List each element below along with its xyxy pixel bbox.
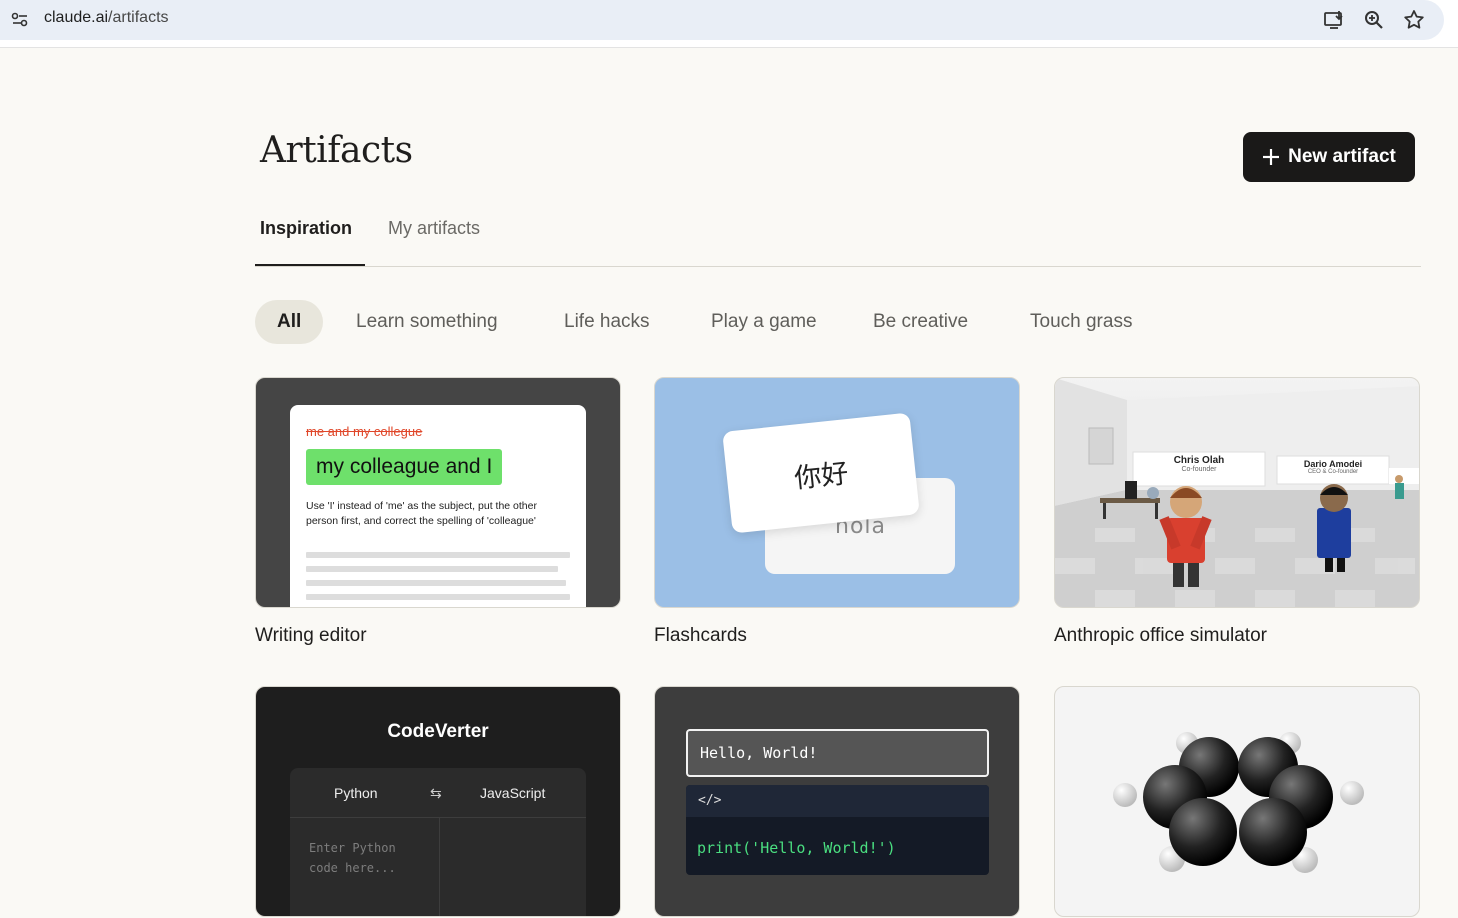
plus-icon <box>1263 149 1280 165</box>
code-line: print('Hello, World!') <box>697 839 896 857</box>
converter-panel: Python ⇆ JavaScript Enter Python code he… <box>290 768 586 916</box>
code-icon: </> <box>686 785 989 817</box>
source-language: Python <box>334 785 378 801</box>
text-placeholder-line <box>306 580 566 586</box>
new-artifact-label: New artifact <box>1288 146 1396 167</box>
site-settings-icon[interactable] <box>10 10 30 30</box>
tab-inspiration[interactable]: Inspiration <box>260 218 352 239</box>
page-title: Artifacts <box>260 130 413 171</box>
address-bar[interactable]: claude.ai/artifacts <box>0 0 1444 40</box>
filter-play-a-game[interactable]: Play a game <box>711 300 817 344</box>
suggestion-highlight: my colleague and I <box>306 449 503 485</box>
card-title: Flashcards <box>654 625 747 646</box>
code-block: </> print('Hello, World!') <box>686 785 989 875</box>
language-selector-row: Python ⇆ JavaScript <box>290 768 586 818</box>
card-flashcards[interactable]: hola 你好 Flashcards <box>654 377 1020 647</box>
filter-be-creative[interactable]: Be creative <box>873 300 968 344</box>
tab-my-artifacts[interactable]: My artifacts <box>388 218 480 239</box>
sign-name: Chris Olah <box>1173 455 1225 466</box>
card-codeverter[interactable]: CodeVerter Python ⇆ JavaScript Enter Pyt… <box>255 686 621 917</box>
text-placeholder-line <box>306 552 570 558</box>
new-artifact-button[interactable]: New artifact <box>1243 132 1415 182</box>
card-title: Writing editor <box>255 625 367 646</box>
sign-role: Co-founder <box>1181 466 1217 473</box>
output-box: Hello, World! <box>686 729 989 777</box>
code-input-placeholder: Enter Python code here... <box>309 841 396 875</box>
codeverter-heading: CodeVerter <box>387 721 489 742</box>
card-molecule[interactable] <box>1054 686 1420 917</box>
url-text[interactable]: claude.ai/artifacts <box>44 9 169 27</box>
card-thumbnail: me and my collegue my colleague and I Us… <box>255 377 621 608</box>
text-placeholder-line <box>306 594 570 600</box>
filter-all[interactable]: All <box>255 300 324 344</box>
text-placeholder-line <box>306 566 558 572</box>
target-language: JavaScript <box>480 785 546 801</box>
flashcard-front: 你好 <box>722 412 920 534</box>
tab-bar: Inspiration My artifacts <box>255 210 1421 267</box>
filter-touch-grass[interactable]: Touch grass <box>1030 300 1132 344</box>
bookmark-star-icon[interactable] <box>1402 8 1426 32</box>
card-office-simulator[interactable]: Chris Olah Co-founder Dario Amodei CEO &… <box>1054 377 1420 647</box>
office-scene <box>1055 378 1419 607</box>
molecule-model <box>1113 732 1364 873</box>
card-thumbnail: CodeVerter Python ⇆ JavaScript Enter Pyt… <box>255 686 621 917</box>
card-thumbnail: Hello, World! </> print('Hello, World!') <box>654 686 1020 917</box>
card-writing-editor[interactable]: me and my collegue my colleague and I Us… <box>255 377 621 647</box>
struck-text: me and my collegue <box>306 424 423 439</box>
card-thumbnail <box>1054 686 1420 917</box>
suggestion-note: Use 'I' instead of 'me' as the subject, … <box>306 500 537 527</box>
card-hello-world[interactable]: Hello, World! </> print('Hello, World!') <box>654 686 1020 917</box>
swap-icon: ⇆ <box>430 785 442 801</box>
active-tab-indicator <box>255 264 365 266</box>
card-thumbnail: hola 你好 <box>654 377 1020 608</box>
sign-name: Dario Amodei <box>1303 459 1363 469</box>
browser-bar: claude.ai/artifacts <box>0 0 1458 48</box>
document-preview: me and my collegue my colleague and I Us… <box>290 405 586 607</box>
sign-chris-olah: Chris Olah Co-founder <box>1133 455 1265 473</box>
filter-life-hacks[interactable]: Life hacks <box>564 300 650 344</box>
install-app-icon[interactable] <box>1322 8 1346 32</box>
filter-learn-something[interactable]: Learn something <box>356 300 498 344</box>
sign-dario-amodei: Dario Amodei CEO & Co-founder <box>1277 459 1389 475</box>
card-title: Anthropic office simulator <box>1054 625 1267 646</box>
panel-divider <box>439 818 440 916</box>
card-thumbnail: Chris Olah Co-founder Dario Amodei CEO &… <box>1054 377 1420 608</box>
zoom-icon[interactable] <box>1362 8 1386 32</box>
sign-role: CEO & Co-founder <box>1307 469 1359 475</box>
